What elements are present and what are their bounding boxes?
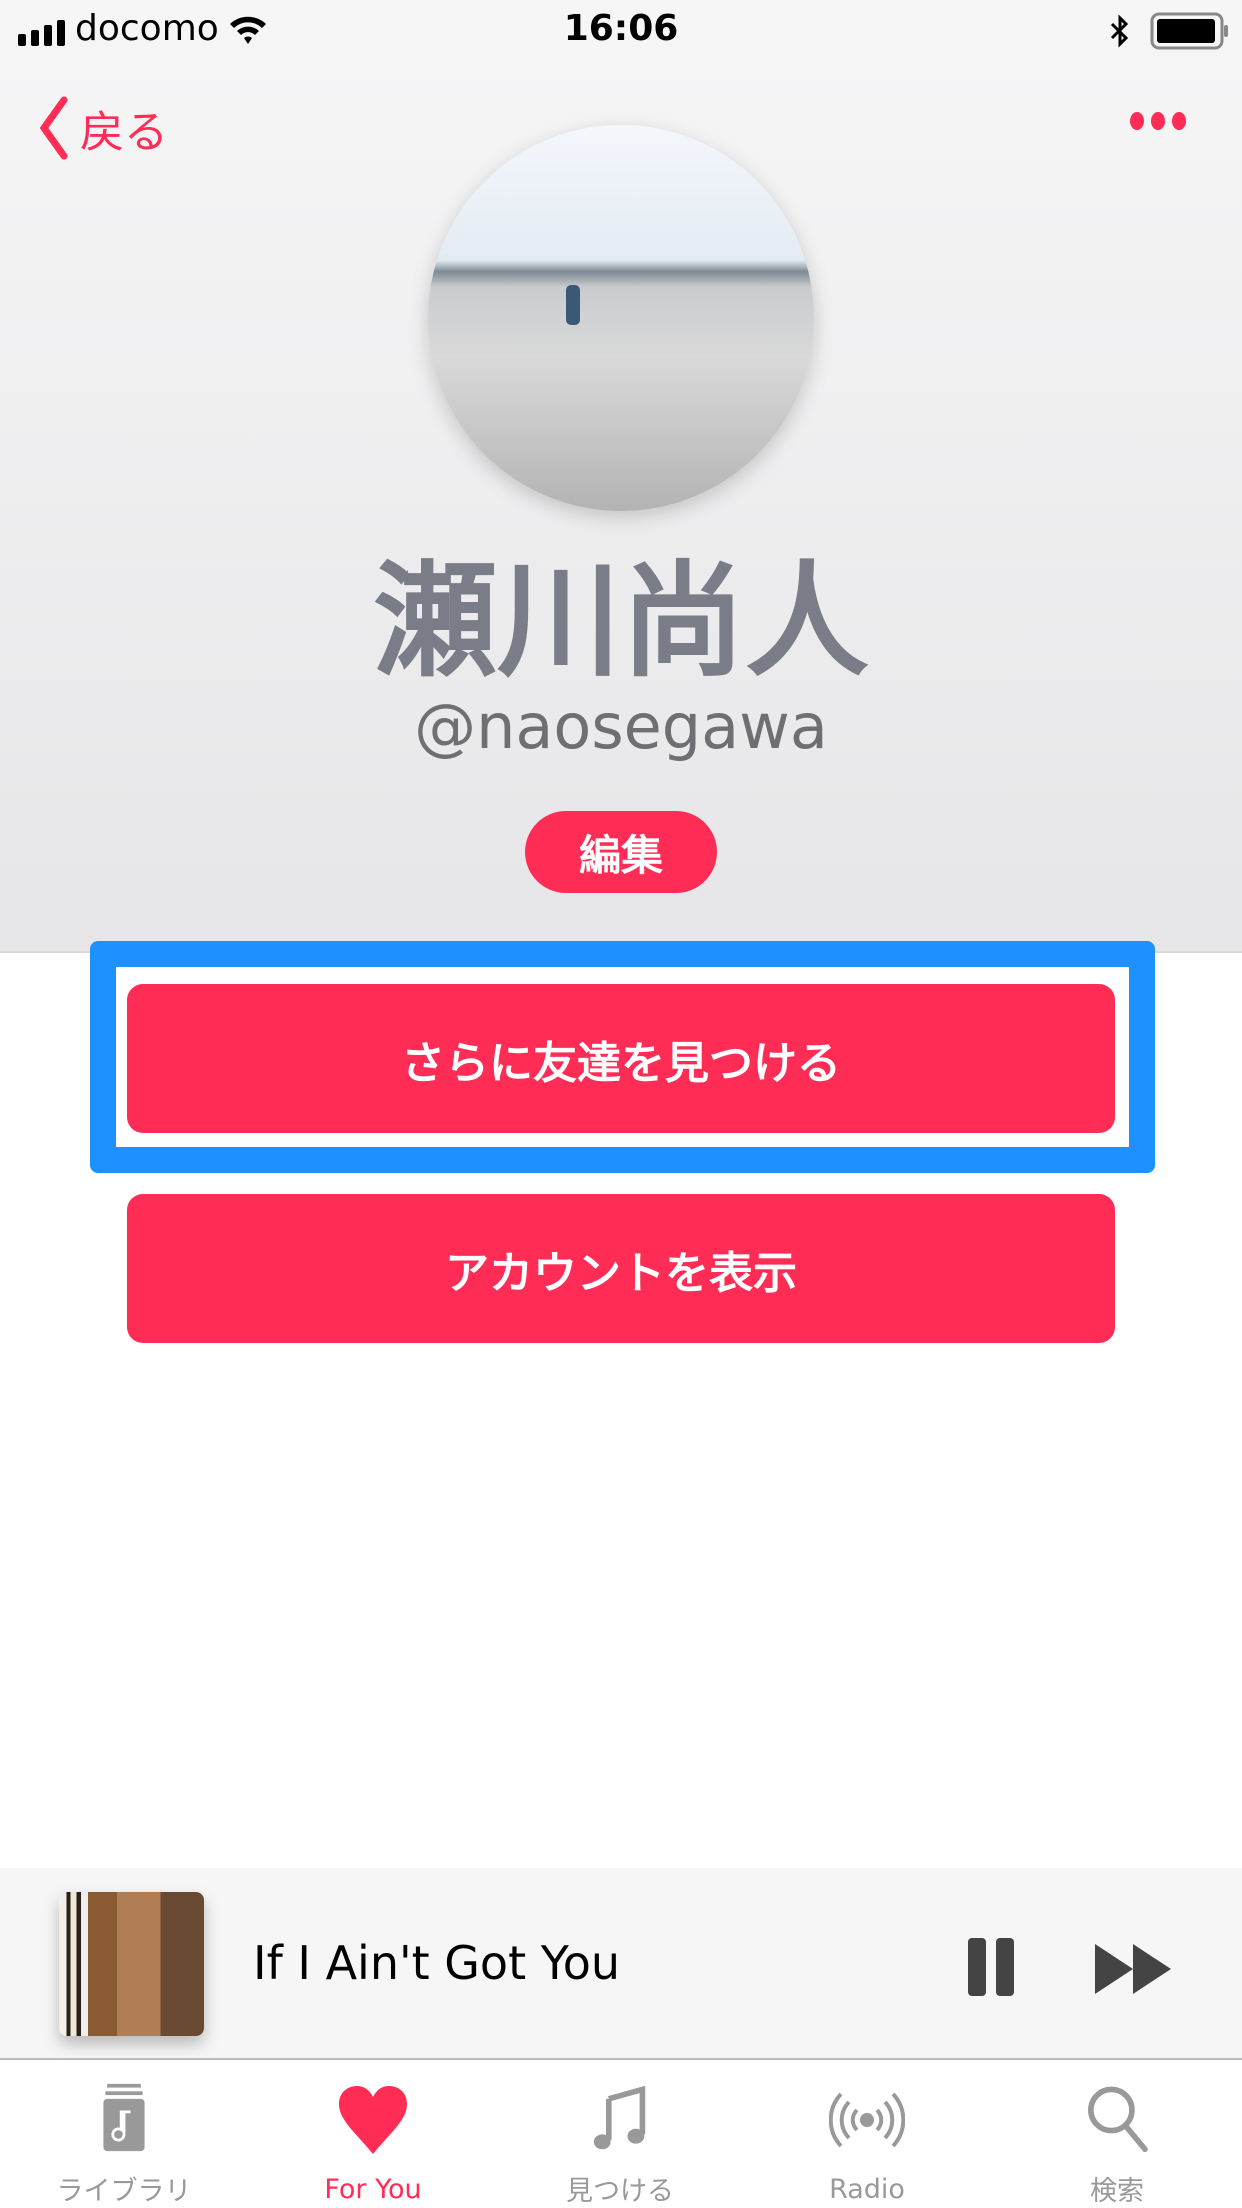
album-art: [59, 1892, 204, 2036]
music-note-icon: [593, 2085, 646, 2150]
tab-label: 検索: [1090, 2176, 1144, 2207]
back-label: 戻る: [80, 107, 168, 158]
tab-label: ライブラリ: [56, 2176, 192, 2207]
tab-browse[interactable]: 見つける: [520, 2062, 720, 2208]
profile-handle: @naosegawa: [414, 690, 828, 763]
chevron-left-icon: [39, 96, 68, 160]
tab-label: 見つける: [566, 2176, 674, 2207]
bluetooth-icon: [1110, 14, 1129, 48]
tab-library[interactable]: ライブラリ: [24, 2062, 224, 2208]
status-bar: docomo 16:06: [0, 0, 1242, 60]
tab-label: For You: [324, 2174, 422, 2205]
profile-header: docomo 16:06 戻る 瀬川尚人 @naosegawa 編集: [0, 0, 1242, 953]
back-button[interactable]: 戻る: [36, 96, 168, 160]
tab-label: Radio: [829, 2174, 905, 2205]
tab-radio[interactable]: Radio: [767, 2062, 967, 2208]
pause-icon[interactable]: [968, 1938, 1014, 1996]
more-icon[interactable]: [1130, 112, 1186, 130]
view-account-button[interactable]: アカウントを表示: [127, 1194, 1115, 1343]
tab-for-you[interactable]: For You: [273, 2062, 473, 2208]
library-icon: [103, 2083, 145, 2152]
song-title: If I Ain't Got You: [253, 1936, 621, 1990]
avatar: [428, 125, 814, 511]
tab-search[interactable]: 検索: [1017, 2062, 1217, 2208]
tab-bar: ライブラリ For You 見つける Radio 検索: [0, 2062, 1242, 2208]
mini-player[interactable]: If I Ain't Got You: [0, 1868, 1242, 2060]
edit-button[interactable]: 編集: [525, 811, 717, 893]
heart-icon: [339, 2086, 407, 2154]
battery-icon: [1150, 12, 1228, 50]
clock: 16:06: [563, 8, 679, 49]
fast-forward-icon[interactable]: [1095, 1944, 1175, 1994]
radio-icon: [829, 2092, 905, 2148]
search-icon: [1088, 2086, 1148, 2153]
find-friends-button[interactable]: さらに友達を見つける: [127, 984, 1115, 1133]
profile-name: 瀬川尚人: [372, 550, 869, 694]
